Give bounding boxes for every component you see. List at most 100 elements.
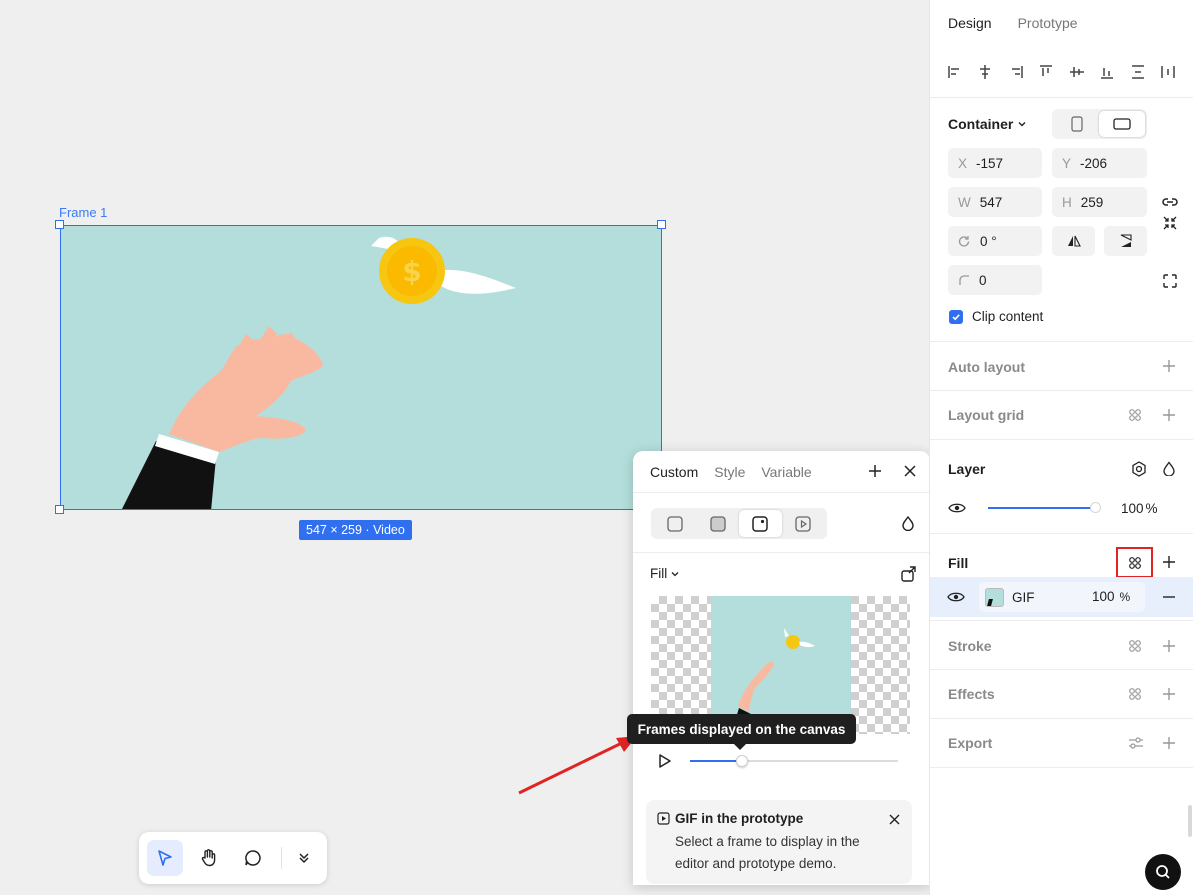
fill-type-gradient[interactable] [697,510,740,537]
rotate-icon [958,235,970,247]
layer-opacity-value[interactable]: 100% [1121,501,1158,516]
move-tool-button[interactable] [147,840,183,876]
layer-opacity-thumb[interactable] [1089,502,1101,513]
frame-video[interactable]: $ [60,225,662,510]
align-top-button[interactable] [1035,61,1057,83]
distribute-horizontal-button[interactable] [1157,61,1179,83]
x-field[interactable]: X -157 [948,148,1042,178]
hand-tool-button[interactable] [191,840,227,876]
distribute-vertical-icon [1131,64,1144,79]
styles-icon [1128,556,1141,569]
fill-item-name: GIF [1012,589,1035,605]
more-tools-button[interactable] [292,840,316,876]
fill-type-solid[interactable] [654,510,697,537]
link-icon [1162,198,1178,206]
fill-item-opacity[interactable]: 100% [1092,589,1130,604]
add-button[interactable] [867,463,883,482]
effects-title: Effects [948,686,995,702]
tab-style[interactable]: Style [714,464,745,480]
fill-dropdown[interactable]: Fill [650,566,680,581]
layer-opacity-button[interactable] [1163,461,1175,479]
h-field[interactable]: H 259 [1052,187,1147,217]
add-effect-button[interactable] [1162,687,1176,704]
remove-fill-button[interactable] [1162,590,1176,607]
size-badge: 547 × 259 · Video [299,520,412,540]
tab-prototype[interactable]: Prototype [1018,15,1078,31]
chevron-down-icon [671,571,679,576]
add-fill-button[interactable] [1162,555,1176,572]
minus-icon [1163,596,1175,598]
portrait-icon [1070,116,1083,132]
clip-content-checkbox[interactable]: Clip content [949,309,1043,324]
add-auto-layout-button[interactable] [1162,359,1176,376]
y-field[interactable]: Y -206 [1052,148,1147,178]
align-h-center-button[interactable] [974,61,996,83]
panel-scrollbar[interactable] [1188,805,1192,837]
fill-item-row[interactable]: GIF 100% [930,577,1193,617]
canvas[interactable]: Frame 1 $ 547 × 259 · Video Custom Style… [0,0,929,895]
align-bottom-button[interactable] [1096,61,1118,83]
fill-type-video[interactable] [782,510,825,537]
fill-type-image[interactable] [739,510,782,537]
landscape-button[interactable] [1099,111,1145,137]
align-left-button[interactable] [944,61,966,83]
tab-variable[interactable]: Variable [761,464,811,480]
blend-mode-button[interactable] [1131,461,1147,480]
stroke-styles-button[interactable] [1128,639,1142,656]
frame-slider-track[interactable] [690,755,898,767]
resize-handle-bottom-left[interactable] [55,505,64,514]
play-button[interactable] [658,753,672,772]
independent-corners-button[interactable] [1162,273,1178,292]
align-vertical-center-icon [1069,66,1084,77]
flip-vertical-button[interactable] [1104,226,1147,256]
w-field[interactable]: W 547 [948,187,1042,217]
frame-label[interactable]: Frame 1 [59,205,107,220]
gif-thumbnail-icon [985,587,1004,607]
svg-text:$: $ [402,255,421,288]
export-settings-button[interactable] [1128,736,1144,753]
tab-custom[interactable]: Custom [650,464,698,480]
layout-grid-styles-button[interactable] [1128,408,1142,425]
portrait-button[interactable] [1054,111,1099,137]
fill-styles-button[interactable] [1116,547,1153,578]
layout-grid-section: Layout grid [930,391,1193,440]
play-icon [659,754,671,768]
search-button[interactable] [1145,854,1181,890]
close-icon [904,465,916,477]
frame-slider-thumb[interactable] [736,755,748,767]
video-fill-icon [795,515,811,532]
flip-horizontal-icon [1067,235,1081,247]
fill-visibility-button[interactable] [947,591,965,606]
winged-coin-graphic: $ [371,236,516,304]
corner-radius-field[interactable]: 0 [948,265,1042,295]
align-right-button[interactable] [1005,61,1027,83]
comment-tool-button[interactable] [235,840,271,876]
add-layout-grid-button[interactable] [1162,408,1176,425]
drop-icon [1163,461,1175,477]
resize-to-fit-button[interactable] [1162,215,1178,234]
dismiss-info-button[interactable] [889,813,900,828]
distribute-vertical-button[interactable] [1127,61,1149,83]
align-v-center-button[interactable] [1066,61,1088,83]
toolbar-divider [281,847,282,869]
add-export-button[interactable] [1162,736,1176,753]
move-icon [158,850,172,866]
effects-styles-button[interactable] [1128,687,1142,704]
resize-handle-top-left[interactable] [55,220,64,229]
tab-design[interactable]: Design [948,15,992,31]
container-dropdown[interactable]: Container [948,116,1027,132]
rotation-field[interactable]: 0 ° [948,226,1042,256]
clip-content-label: Clip content [972,309,1044,324]
checkbox-checked-icon [949,309,963,324]
layer-opacity-slider[interactable] [988,502,1101,513]
replace-media-button[interactable] [900,565,918,586]
lock-ratio-button[interactable] [1161,194,1179,213]
layer-visibility-button[interactable] [948,502,966,517]
opacity-drop-button[interactable] [901,515,915,534]
flip-horizontal-button[interactable] [1052,226,1095,256]
resize-handle-top-right[interactable] [657,220,666,229]
add-stroke-button[interactable] [1162,639,1176,656]
fill-item-field[interactable]: GIF 100% [979,582,1145,612]
plus-icon [1163,640,1175,652]
close-popover-button[interactable] [903,464,917,481]
